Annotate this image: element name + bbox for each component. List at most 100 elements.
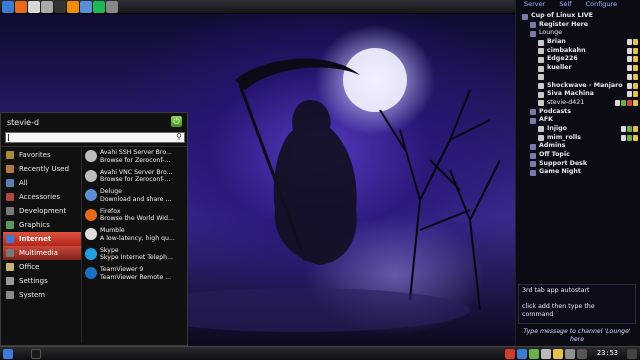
channel-entry[interactable]: Support Desk [516, 160, 640, 169]
category-development[interactable]: Development [3, 204, 81, 218]
menu-server[interactable]: Server [524, 0, 545, 10]
user-entry[interactable]: kueller [516, 64, 640, 73]
app-item-avahi[interactable]: Avahi SSH Server Bro... Browse for Zeroco… [85, 148, 185, 168]
settings-icon[interactable] [106, 0, 118, 13]
tray-network-icon[interactable] [517, 349, 527, 359]
category-label: Favorites [19, 151, 51, 159]
spotify-icon[interactable] [93, 0, 105, 13]
user-icon [538, 39, 544, 46]
channel-entry[interactable]: Admins [516, 142, 640, 151]
channel-entry[interactable]: Game Night [516, 168, 640, 177]
clock[interactable]: 23:53 [597, 349, 618, 357]
category-label: Internet [19, 235, 52, 243]
grid-icon [6, 179, 14, 187]
user-name: Edge226 [547, 55, 578, 63]
channel-name: Register Here [539, 20, 589, 28]
channel-entry[interactable]: Cup of Linux LIVE [516, 12, 640, 21]
app-name: Firefox [100, 207, 121, 215]
tools-icon [6, 193, 14, 201]
channel-name: Off Topic [539, 151, 570, 158]
channel-entry[interactable]: Off Topic [516, 151, 640, 160]
chat-log-line [522, 295, 632, 303]
channel-entry[interactable]: AFK [516, 116, 640, 125]
app-name: Mumble [100, 227, 125, 234]
globe-icon [6, 235, 14, 243]
globe-icon[interactable] [2, 0, 14, 13]
firefox-icon[interactable] [15, 0, 27, 13]
user-icon [538, 83, 544, 89]
vlc-icon[interactable] [67, 0, 79, 13]
office-icon [6, 263, 14, 271]
user-entry[interactable]: stevie-d421 [516, 99, 640, 108]
settings-icon [6, 277, 14, 285]
status-flag-icon [633, 39, 638, 46]
app-item-skype[interactable]: Skype Skype Internet Teleph... [85, 246, 185, 266]
app-description: TeamViewer Remote ... [100, 273, 172, 281]
user-entry[interactable]: Injigo [516, 125, 640, 134]
category-system[interactable]: System [3, 288, 81, 302]
category-graphics[interactable]: Graphics [3, 218, 81, 232]
category-list: Favorites Recently Used All Accessories Deve… [3, 148, 81, 302]
category-multimedia[interactable]: Multimedia [3, 246, 81, 260]
application-list: Avahi SSH Server Bro... Browse for Zeroco… [85, 148, 185, 285]
chat-message-input[interactable]: Type message to channel 'Lounge' here [518, 328, 636, 345]
app-item-mumble[interactable]: Mumble A low-latency, high qu... [85, 226, 185, 246]
media-icon [6, 249, 14, 257]
channel-entry[interactable]: Podcasts [516, 108, 640, 117]
tray-red-icon[interactable] [505, 349, 515, 359]
category-label: Settings [19, 277, 48, 285]
category-office[interactable]: Office [3, 260, 81, 274]
terminal-icon[interactable] [54, 0, 66, 13]
status-flag-icon [633, 134, 638, 141]
channel-entry[interactable]: Lounge [516, 29, 640, 38]
status-flag-icon [627, 56, 632, 63]
shutdown-icon[interactable]: ⏻ [171, 116, 182, 127]
app-item-teamviewer[interactable]: TeamViewer 9 TeamViewer Remote ... [85, 265, 185, 285]
user-entry[interactable]: Edge226 [516, 55, 640, 64]
status-flag-icon [621, 134, 626, 141]
gear-icon[interactable] [41, 0, 53, 13]
bottom-taskbar: 23:53 [0, 346, 640, 360]
category-settings[interactable]: Settings [3, 274, 81, 288]
chat-log-line: click add then type the [522, 303, 595, 310]
category-accessories[interactable]: Accessories [3, 190, 81, 204]
tray-power-icon[interactable] [627, 349, 637, 359]
skype-icon [85, 247, 97, 260]
user-entry[interactable]: cimbakahn [516, 47, 640, 56]
tray-update-icon[interactable] [529, 349, 539, 359]
channel-icon [530, 117, 536, 124]
category-recently-used[interactable]: Recently Used [3, 162, 81, 176]
tray-mumble-icon[interactable] [565, 349, 575, 359]
mumble-menubar: Server Self Configure [516, 0, 640, 10]
channel-name: Lounge [539, 29, 563, 37]
channel-name: Support Desk [539, 159, 588, 167]
chat-log: 3rd tab app autostart click add then typ… [518, 284, 636, 324]
user-entry[interactable] [516, 73, 640, 82]
document-icon[interactable] [28, 0, 40, 13]
server-icon [522, 13, 528, 20]
user-entry[interactable]: Siva Machina [516, 90, 640, 99]
menu-configure[interactable]: Configure [586, 0, 618, 10]
app-item-avahi[interactable]: Avahi VNC Server Bro... Browse for Zeroco… [85, 168, 185, 188]
channel-icon [530, 30, 536, 37]
user-entry[interactable]: mim_rolls [516, 134, 640, 143]
category-all[interactable]: All [3, 176, 81, 190]
channel-entry[interactable]: Register Here [516, 21, 640, 30]
tray-keyboard-icon[interactable] [577, 349, 587, 359]
app-item-deluge[interactable]: Deluge Download and share ... [85, 187, 185, 207]
chat-icon[interactable] [80, 0, 92, 13]
top-panel [0, 0, 515, 14]
user-icon [538, 126, 544, 133]
category-internet[interactable]: Internet [3, 232, 81, 246]
menu-launcher-icon[interactable] [3, 349, 13, 359]
tray-volume-icon[interactable] [541, 349, 551, 359]
category-favorites[interactable]: Favorites [3, 148, 81, 162]
user-entry[interactable]: Brian [516, 38, 640, 47]
tray-battery-icon[interactable] [553, 349, 563, 359]
user-entry[interactable]: Shockwave - Manjaro [516, 82, 640, 91]
app-item-firefox[interactable]: Firefox Browse the World Wid... [85, 207, 185, 227]
menu-search-input[interactable]: ⚲ [5, 132, 185, 143]
menu-self[interactable]: Self [559, 0, 571, 10]
user-name: Injigo [547, 124, 567, 132]
show-desktop-icon[interactable] [31, 349, 41, 359]
